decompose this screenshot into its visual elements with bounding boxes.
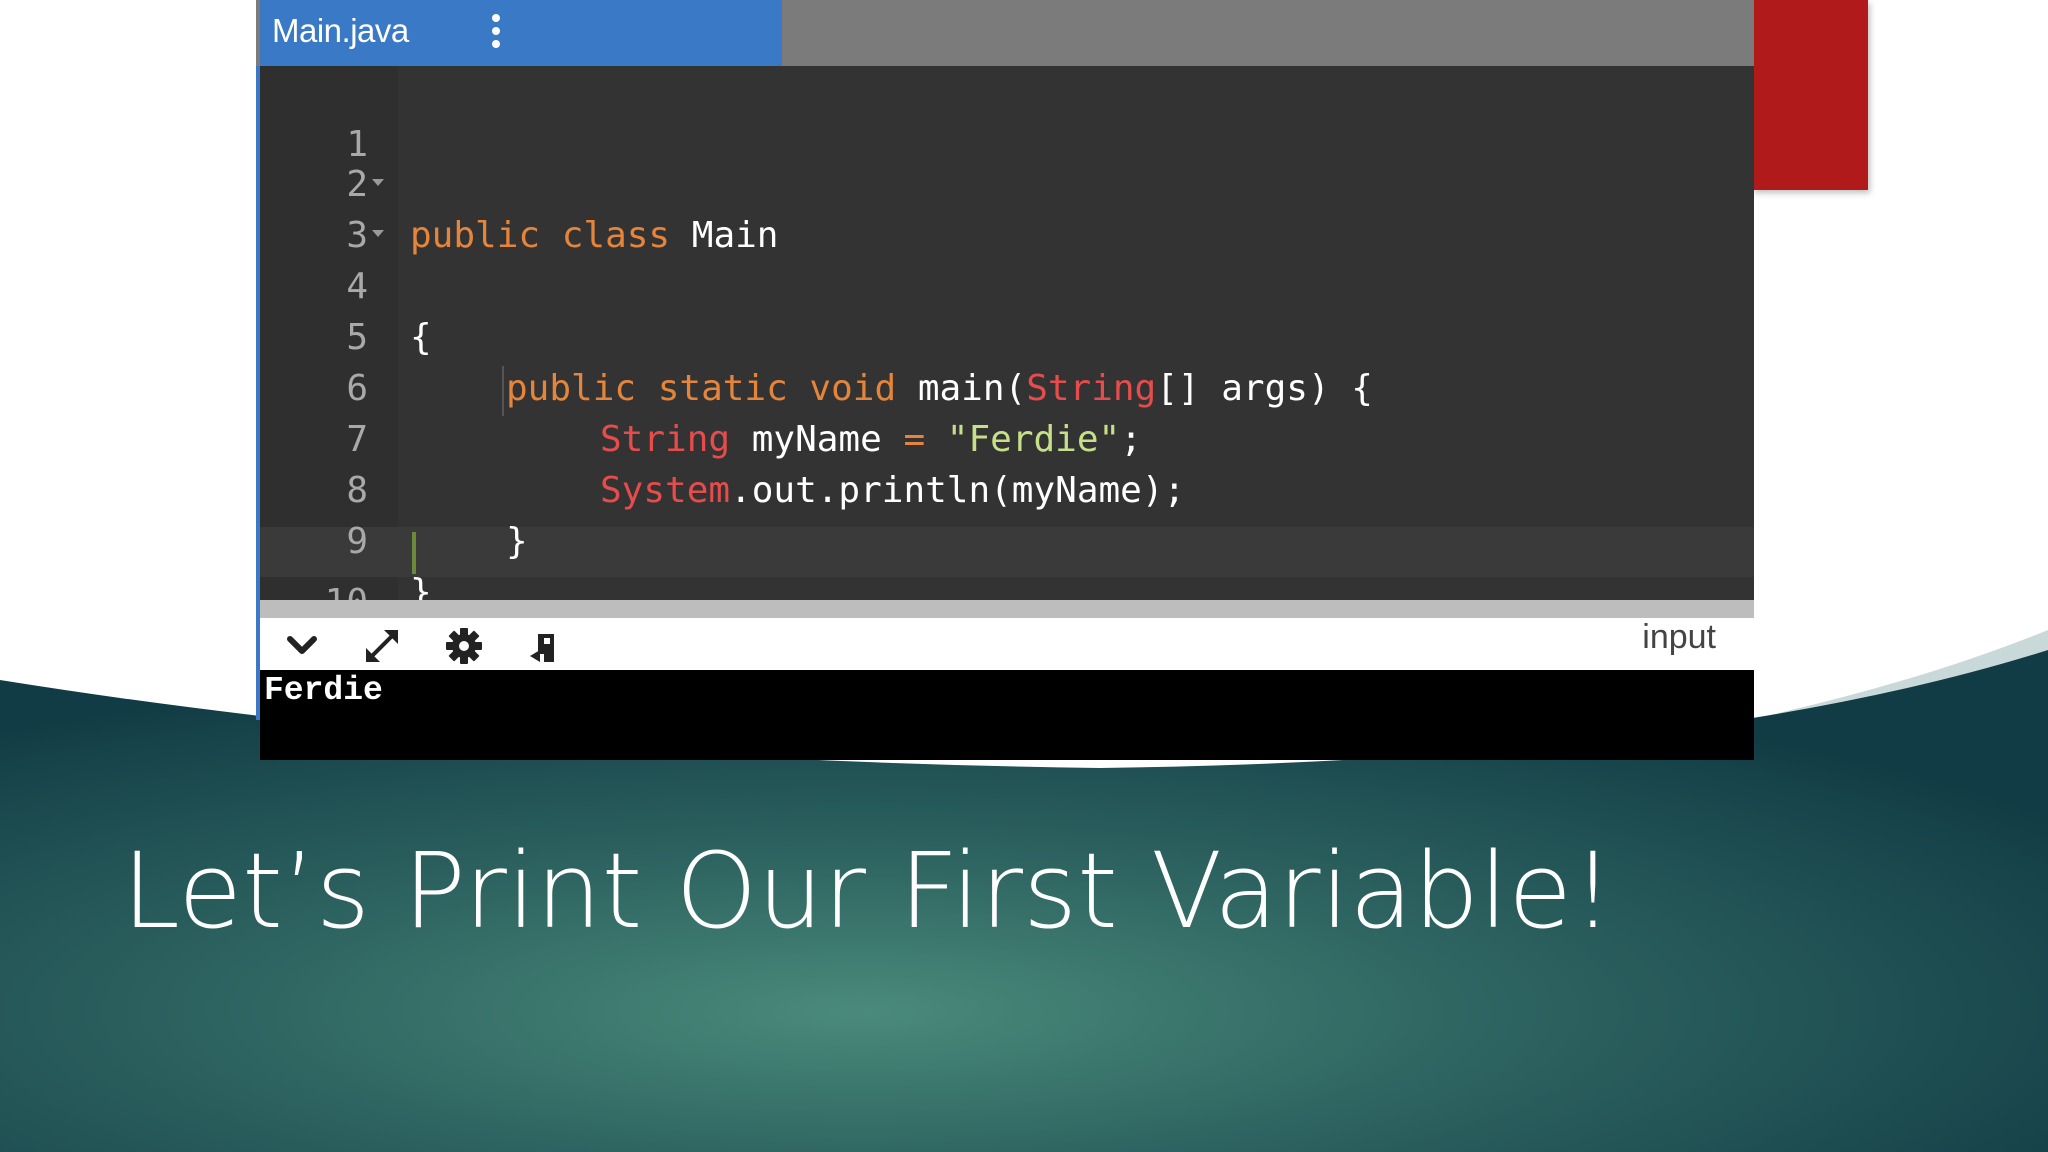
gear-icon[interactable]: [444, 626, 484, 666]
code-line: 6 String myName = "Ferdie";: [260, 312, 1754, 460]
file-tab-label: Main.java: [272, 12, 409, 49]
code-editor-window: Main.java 1 2 public class Main 3 { 4 pu…: [256, 0, 1754, 760]
code-line: 8 }: [260, 414, 1754, 562]
horizontal-scrollbar[interactable]: [260, 600, 1754, 618]
file-tab-main-java[interactable]: Main.java: [260, 0, 782, 66]
console-toolbar: input: [260, 618, 1754, 670]
console-output-text: Ferdie: [264, 672, 383, 709]
chevron-down-icon[interactable]: [282, 626, 322, 666]
code-line: 5: [260, 261, 1754, 358]
fold-arrow-icon[interactable]: [372, 179, 384, 186]
slide-title: Let’s Print Our First Variable!: [122, 830, 1614, 952]
code-line: 4 public static void main(String[] args)…: [260, 210, 1754, 409]
code-line: 10: [260, 526, 1754, 623]
fold-arrow-icon[interactable]: [372, 230, 384, 237]
more-vertical-icon[interactable]: [492, 14, 502, 52]
indent-guide: [502, 366, 504, 416]
input-label[interactable]: input: [1642, 618, 1716, 657]
console-output-panel: Ferdie: [260, 670, 1754, 760]
expand-icon[interactable]: [362, 626, 402, 666]
accent-red-block: [1752, 0, 1868, 190]
text-cursor: [412, 532, 416, 574]
code-line: 2 public class Main: [260, 108, 1754, 256]
code-line: 3 {: [260, 159, 1754, 358]
code-line: 9 }: [260, 465, 1754, 613]
run-icon[interactable]: [524, 626, 564, 666]
tab-bar: Main.java: [256, 0, 1754, 66]
code-line: 7 System.out.println(myName);: [260, 363, 1754, 511]
code-area[interactable]: 1 2 public class Main 3 { 4 public stati…: [260, 66, 1754, 623]
